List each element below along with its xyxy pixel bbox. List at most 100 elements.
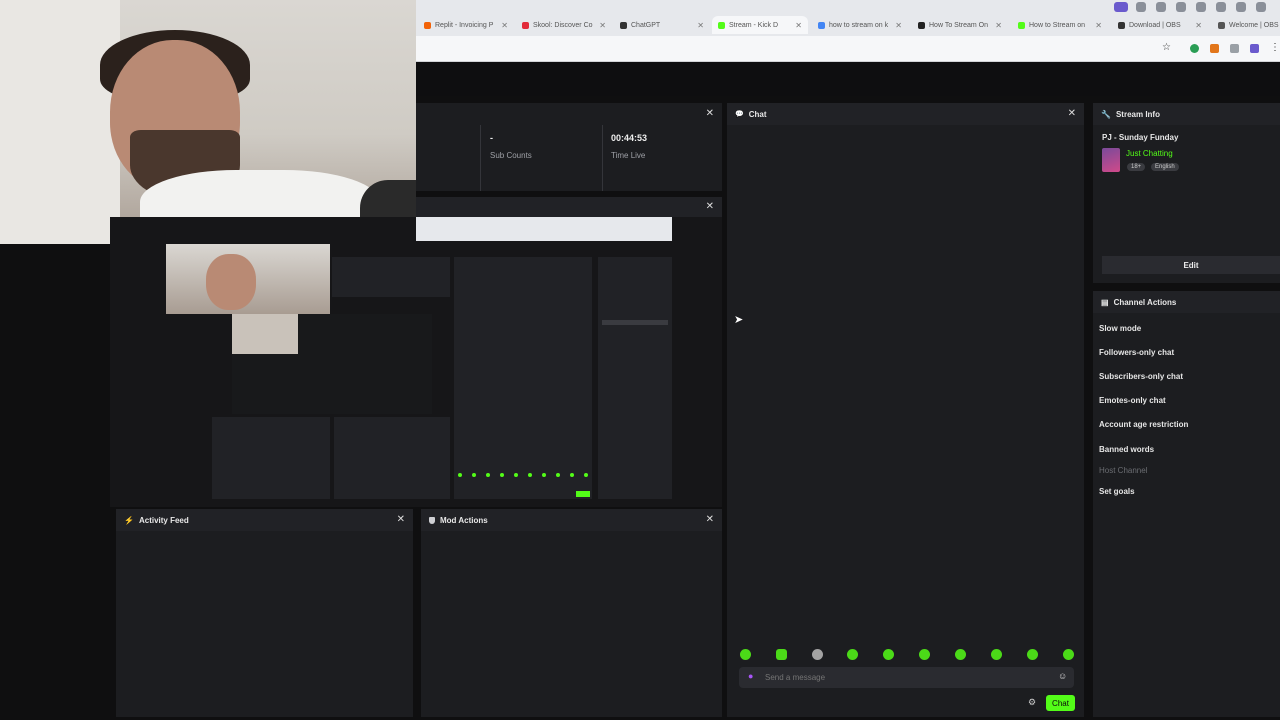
emotes-only-action[interactable]: Emotes-only chat — [1099, 396, 1166, 405]
system-icon[interactable] — [1196, 2, 1206, 12]
activity-feed-panel: ⚡ Activity Feed ✕ — [116, 509, 413, 717]
preview-nested-preview — [232, 314, 432, 414]
browser-tab[interactable]: how to stream on k ✕ — [812, 16, 908, 34]
mouse-cursor-icon: ➤ — [734, 314, 744, 326]
subscribers-only-action[interactable]: Subscribers-only chat — [1099, 372, 1183, 381]
battery-icon[interactable] — [1236, 2, 1246, 12]
system-icon[interactable] — [1176, 2, 1186, 12]
browser-tab[interactable]: Skool: Discover Co ✕ — [516, 16, 612, 34]
stream-info-panel: 🔧 Stream Info PJ - Sunday Funday Just Ch… — [1093, 103, 1280, 283]
tab-favicon-icon — [1018, 21, 1025, 29]
mod-actions-title: Mod Actions — [440, 515, 488, 525]
close-tab-icon[interactable]: ✕ — [795, 21, 802, 30]
microphone-icon[interactable]: ● — [748, 671, 753, 681]
activity-feed-title: Activity Feed — [138, 515, 189, 525]
browser-tab-label: Replit - Invoicing P — [435, 21, 494, 29]
stream-info-title: Stream Info — [1115, 109, 1160, 119]
bookmark-star-icon[interactable]: ☆ — [1162, 42, 1171, 53]
extension-icon[interactable] — [1210, 44, 1219, 53]
language-badge: English — [1151, 163, 1179, 171]
gear-icon[interactable]: ⚙ — [1028, 697, 1036, 708]
close-tab-icon[interactable]: ✕ — [895, 21, 902, 30]
time-live-label: Time Live — [611, 151, 646, 160]
mature-badge: 18+ — [1127, 163, 1146, 171]
extension-icon[interactable] — [1114, 2, 1128, 12]
emote-icon[interactable] — [776, 649, 787, 660]
emote-icon[interactable] — [740, 649, 751, 660]
browser-tab[interactable]: Download | OBS ✕ — [1112, 16, 1208, 34]
browser-toolbar: ☆ ⋮ — [416, 36, 1280, 62]
emoji-icon[interactable]: ☺ — [1058, 671, 1067, 681]
close-icon[interactable]: ✕ — [706, 201, 714, 212]
stream-title: PJ - Sunday Funday — [1102, 133, 1179, 142]
wifi-icon[interactable] — [1216, 2, 1226, 12]
emote-icon[interactable] — [847, 649, 858, 660]
tab-favicon-icon — [818, 21, 825, 29]
browser-tab[interactable]: How To Stream On ✕ — [912, 16, 1008, 34]
browser-tab-active[interactable]: Stream - Kick D ✕ — [712, 16, 808, 34]
browser-tab[interactable]: Replit - Invoicing P ✕ — [418, 16, 514, 34]
browser-tab[interactable]: How to Stream on ✕ — [1012, 16, 1108, 34]
close-tab-icon[interactable]: ✕ — [697, 21, 704, 30]
browser-tab-label: how to stream on k — [829, 21, 889, 29]
close-tab-icon[interactable]: ✕ — [501, 21, 508, 30]
banned-words-action[interactable]: Banned words — [1099, 445, 1154, 454]
browser-tab[interactable]: ChatGPT ✕ — [614, 16, 710, 34]
menu-dots-icon[interactable]: ⋮ — [1270, 42, 1280, 53]
tab-favicon-icon — [424, 21, 431, 29]
account-age-action[interactable]: Account age restriction — [1099, 420, 1188, 429]
close-icon[interactable]: ✕ — [397, 514, 405, 525]
close-icon[interactable]: ✕ — [706, 514, 714, 525]
stream-info-header: 🔧 Stream Info — [1093, 103, 1280, 125]
set-goals-action[interactable]: Set goals — [1099, 487, 1135, 496]
extension-icon[interactable] — [1250, 44, 1259, 53]
emote-icon[interactable] — [883, 649, 894, 660]
close-tab-icon[interactable]: ✕ — [1195, 21, 1202, 30]
divider — [602, 125, 603, 191]
emote-icon[interactable] — [919, 649, 930, 660]
emote-icon[interactable] — [1063, 649, 1074, 660]
extension-icon[interactable] — [1190, 44, 1199, 53]
chat-input-box[interactable]: ● ☺ — [739, 667, 1074, 688]
system-icon[interactable] — [1136, 2, 1146, 12]
preview-stats-panel — [332, 257, 450, 297]
close-tab-icon[interactable]: ✕ — [1095, 21, 1102, 30]
browser-tab-label: ChatGPT — [631, 21, 661, 29]
preview-chat-button — [576, 491, 590, 497]
followers-only-action[interactable]: Followers-only chat — [1099, 348, 1174, 357]
list-icon: ▤ — [1101, 297, 1109, 307]
browser-tab-label: Stream - Kick D — [729, 21, 779, 29]
host-channel-action: Host Channel — [1099, 466, 1148, 475]
tab-favicon-icon — [620, 21, 627, 29]
close-icon[interactable]: ✕ — [706, 108, 714, 119]
browser-tab-label: Welcome | OBS — [1229, 21, 1279, 29]
search-icon[interactable] — [1256, 2, 1266, 12]
shield-icon — [429, 516, 435, 524]
tab-favicon-icon — [718, 21, 725, 29]
slow-mode-action[interactable]: Slow mode — [1099, 324, 1141, 333]
send-chat-button[interactable]: Chat — [1046, 695, 1075, 711]
activity-feed-header: ⚡ Activity Feed — [116, 509, 413, 531]
category-link[interactable]: Just Chatting — [1126, 149, 1173, 158]
close-tab-icon[interactable]: ✕ — [995, 21, 1002, 30]
preview-emote-row — [458, 473, 588, 478]
browser-tab-label: Download | OBS — [1129, 21, 1181, 29]
emote-icon[interactable] — [1027, 649, 1038, 660]
lightning-icon: ⚡ — [124, 515, 134, 525]
chat-message-input[interactable] — [765, 670, 1045, 684]
preview-webcam — [166, 244, 330, 314]
close-tab-icon[interactable]: ✕ — [599, 21, 606, 30]
chat-panel: 💬 Chat ✕ — [727, 103, 1084, 717]
system-icon[interactable] — [1156, 2, 1166, 12]
tab-favicon-icon — [1218, 21, 1225, 29]
stream-preview-video — [166, 217, 672, 501]
close-icon[interactable]: ✕ — [1068, 108, 1076, 119]
emote-icon[interactable] — [812, 649, 823, 660]
divider — [480, 125, 481, 191]
extension-icon[interactable] — [1230, 44, 1239, 53]
edit-stream-button[interactable]: Edit — [1102, 256, 1280, 274]
emote-icon[interactable] — [991, 649, 1002, 660]
browser-tab[interactable]: Welcome | OBS — [1212, 16, 1280, 34]
emote-icon[interactable] — [955, 649, 966, 660]
dashboard-topbar — [416, 62, 1280, 96]
